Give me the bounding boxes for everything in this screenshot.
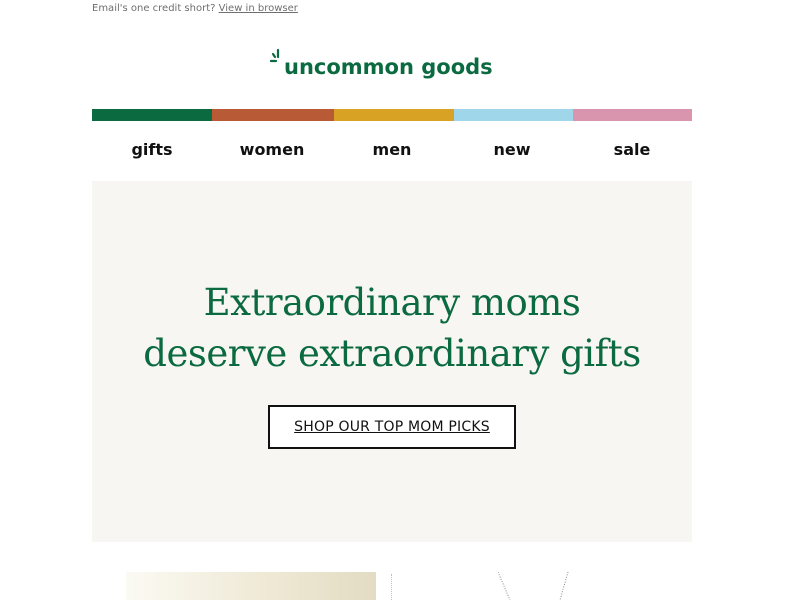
stripe-segment-sky [454, 109, 573, 121]
nav-item-men[interactable]: men [332, 140, 452, 164]
view-in-browser-link[interactable]: View in browser [219, 3, 298, 14]
brand-name: uncommon goods [284, 55, 493, 79]
dotted-divider [391, 574, 393, 600]
nav-item-gifts[interactable]: gifts [92, 140, 212, 164]
product-image-left[interactable] [126, 572, 376, 600]
stripe-segment-mustard [334, 109, 454, 121]
nav-item-new[interactable]: new [452, 140, 572, 164]
preheader: Email's one credit short? View in browse… [92, 3, 298, 14]
shop-top-mom-picks-button[interactable]: SHOP OUR TOP MOM PICKS [268, 405, 516, 449]
main-nav: gifts women men new sale [92, 140, 692, 164]
nav-item-women[interactable]: women [212, 140, 332, 164]
nav-item-sale[interactable]: sale [572, 140, 692, 164]
stripe-segment-rust [212, 109, 334, 121]
hero-headline: Extraordinary moms deserve extraordinary… [92, 277, 692, 379]
hero-headline-line-1: Extraordinary moms [203, 281, 581, 324]
hero-headline-line-2: deserve extraordinary gifts [143, 332, 641, 375]
preheader-text: Email's one credit short? [92, 3, 216, 14]
product-image-right[interactable] [497, 571, 570, 601]
color-stripe [92, 109, 692, 121]
stripe-segment-green [92, 109, 212, 121]
sparkle-icon [270, 48, 284, 70]
hero-banner: Extraordinary moms deserve extraordinary… [92, 181, 692, 542]
stripe-segment-pink [573, 109, 692, 121]
brand-logo[interactable]: uncommon goods [270, 48, 493, 79]
